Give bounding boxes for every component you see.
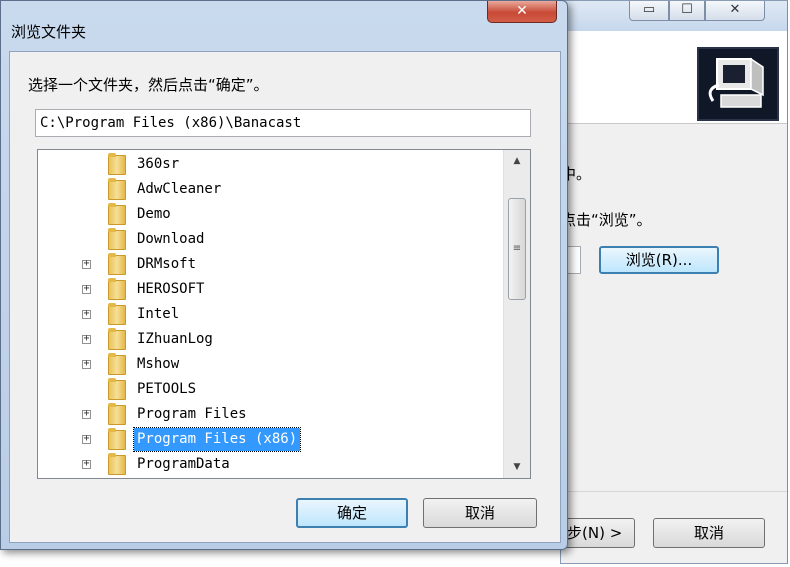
tree-item[interactable]: + Intel — [38, 303, 503, 328]
folder-icon — [108, 328, 126, 350]
folder-icon — [108, 353, 126, 375]
scroll-thumb[interactable]: ≡ — [508, 198, 526, 300]
tree-item[interactable]: + Program Files — [38, 403, 503, 428]
tree-item-label: Mshow — [137, 356, 180, 372]
folder-icon — [108, 428, 126, 450]
tree-item[interactable]: + Program Files (x86) — [38, 427, 503, 453]
tree-item-label: PETOOLS — [137, 381, 197, 397]
tree-item-label: IZhuanLog — [137, 331, 213, 347]
expand-plus-icon[interactable]: + — [82, 409, 91, 419]
tree-scrollbar[interactable]: ▲ ≡ ▼ — [503, 150, 530, 478]
installer-header — [561, 31, 787, 124]
installer-instruction-line2: 点击“浏览”。 — [561, 211, 652, 229]
folder-icon — [108, 453, 126, 475]
expand-plus-icon[interactable]: + — [82, 459, 91, 469]
tree-item-label: Demo — [137, 206, 171, 222]
close-icon: ✕ — [516, 3, 528, 19]
installer-window: ▭ ☐ ✕ 中。 点击“浏览”。 浏览(R)... 步(N) > 取消 — [560, 0, 788, 564]
dialog-prompt: 选择一个文件夹，然后点击“确定”。 — [28, 76, 269, 94]
installer-footer: 步(N) > 取消 — [561, 491, 787, 566]
minimize-icon: ▭ — [642, 2, 656, 17]
maximize-button[interactable]: ☐ — [669, 1, 705, 21]
tree-item[interactable]: 360sr — [38, 153, 503, 178]
expand-plus-icon[interactable]: + — [82, 434, 91, 444]
expand-plus-icon[interactable]: + — [82, 359, 91, 369]
browse-button[interactable]: 浏览(R)... — [599, 246, 719, 274]
computer-box-icon — [708, 57, 764, 108]
tree-item-label-selected: Program Files (x86) — [132, 427, 302, 452]
tree-item[interactable]: + HEROSOFT — [38, 278, 503, 303]
folder-icon — [108, 178, 126, 200]
dialog-body: 选择一个文件夹，然后点击“确定”。 C:\Program Files (x86)… — [9, 51, 561, 543]
tree-item-label: 360sr — [137, 156, 180, 172]
tree-item[interactable]: Download — [38, 228, 503, 253]
folder-tree[interactable]: 360sr AdwCleaner Demo Download + DRMsoft + HERO… — [37, 149, 531, 479]
tree-item-label: DRMsoft — [137, 256, 197, 272]
folder-path-field[interactable]: C:\Program Files (x86)\Banacast — [35, 109, 531, 137]
tree-item[interactable]: + IZhuanLog — [38, 328, 503, 353]
dialog-title: 浏览文件夹 — [11, 23, 87, 41]
installer-logo-icon — [697, 47, 779, 121]
installer-cancel-button[interactable]: 取消 — [653, 518, 765, 548]
ok-button[interactable]: 确定 — [296, 498, 408, 528]
tree-item-label: Intel — [137, 306, 180, 322]
close-icon: ✕ — [729, 2, 741, 17]
scroll-up-icon[interactable]: ▲ — [507, 152, 527, 170]
tree-item-label: AdwCleaner — [137, 181, 222, 197]
installer-close-button[interactable]: ✕ — [705, 1, 765, 21]
dialog-close-button[interactable]: ✕ — [487, 1, 557, 23]
tree-item-label: HEROSOFT — [137, 281, 205, 297]
folder-icon — [108, 203, 126, 225]
folder-icon — [108, 278, 126, 300]
folder-icon — [108, 303, 126, 325]
expand-plus-icon[interactable]: + — [82, 334, 91, 344]
installer-titlebar: ▭ ☐ ✕ — [561, 1, 787, 31]
tree-item-label: ProgramData — [137, 456, 230, 472]
cancel-button[interactable]: 取消 — [423, 498, 537, 528]
folder-icon — [108, 253, 126, 275]
folder-icon — [108, 378, 126, 400]
tree-item[interactable]: Demo — [38, 203, 503, 228]
tree-item[interactable]: + Mshow — [38, 353, 503, 378]
expand-plus-icon[interactable]: + — [82, 259, 91, 269]
next-button[interactable]: 步(N) > — [561, 518, 635, 548]
tree-item-label: Program Files — [137, 406, 247, 422]
folder-icon — [108, 153, 126, 175]
tree-item[interactable]: + DRMsoft — [38, 253, 503, 278]
maximize-icon: ☐ — [681, 2, 693, 17]
tree-item-label: Download — [137, 231, 205, 247]
browse-folder-dialog: 浏览文件夹 ✕ 选择一个文件夹，然后点击“确定”。 C:\Program Fil… — [0, 0, 568, 550]
expand-plus-icon[interactable]: + — [82, 284, 91, 294]
scroll-down-icon[interactable]: ▼ — [507, 458, 527, 476]
minimize-button[interactable]: ▭ — [629, 1, 669, 21]
tree-item[interactable]: AdwCleaner — [38, 178, 503, 203]
folder-icon — [108, 228, 126, 250]
tree-item[interactable]: + ProgramData — [38, 453, 503, 478]
tree-item[interactable]: PETOOLS — [38, 378, 503, 403]
expand-plus-icon[interactable]: + — [82, 309, 91, 319]
folder-icon — [108, 403, 126, 425]
